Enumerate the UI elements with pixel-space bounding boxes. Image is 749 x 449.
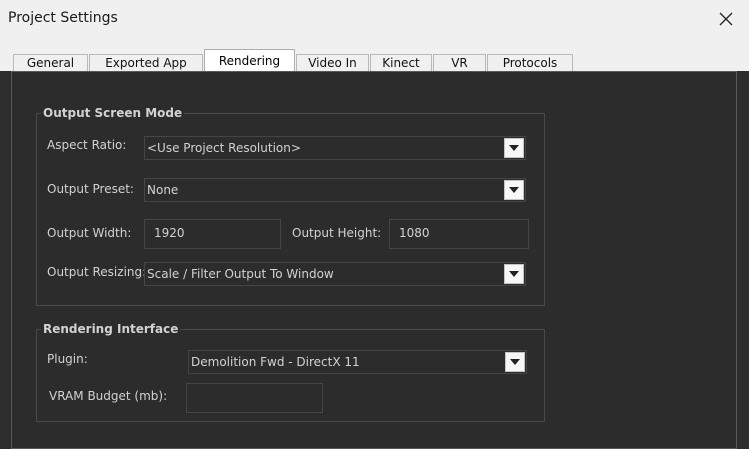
output-preset-label: Output Preset:: [47, 182, 134, 196]
tab-rendering[interactable]: Rendering: [204, 49, 295, 72]
aspect-ratio-value: <Use Project Resolution>: [147, 141, 301, 155]
title-bar: Project Settings: [0, 0, 749, 37]
output-width-label: Output Width:: [47, 226, 132, 240]
vram-budget-label: VRAM Budget (mb):: [49, 389, 168, 403]
output-width-field[interactable]: 1920: [144, 219, 281, 249]
close-icon: [719, 12, 733, 25]
output-height-value: 1080: [399, 226, 430, 240]
tab-exported-app[interactable]: Exported App: [89, 54, 203, 72]
aspect-ratio-dropdown[interactable]: <Use Project Resolution>: [144, 136, 526, 160]
output-width-value: 1920: [154, 226, 185, 240]
output-resizing-label: Output Resizing:: [47, 265, 147, 279]
window-title: Project Settings: [8, 10, 118, 26]
output-preset-dropdown[interactable]: None: [144, 178, 526, 202]
vram-budget-field[interactable]: [186, 383, 323, 413]
chevron-down-icon[interactable]: [504, 138, 524, 158]
plugin-value: Demolition Fwd - DirectX 11: [191, 355, 360, 369]
close-button[interactable]: [703, 0, 749, 37]
tab-kinect[interactable]: Kinect: [370, 54, 432, 72]
tab-video-in[interactable]: Video In: [296, 54, 369, 72]
chevron-down-icon[interactable]: [505, 352, 525, 372]
output-preset-value: None: [147, 183, 179, 197]
plugin-dropdown[interactable]: Demolition Fwd - DirectX 11: [188, 350, 527, 374]
tab-general[interactable]: General: [13, 54, 88, 72]
output-resizing-dropdown[interactable]: Scale / Filter Output To Window: [144, 262, 526, 286]
output-screen-mode-title: Output Screen Mode: [41, 106, 185, 120]
chevron-down-icon[interactable]: [504, 264, 524, 284]
rendering-interface-title: Rendering Interface: [41, 322, 181, 336]
plugin-label: Plugin:: [47, 352, 88, 366]
tab-protocols[interactable]: Protocols: [487, 54, 573, 72]
aspect-ratio-label: Aspect Ratio:: [47, 138, 127, 152]
output-resizing-value: Scale / Filter Output To Window: [147, 267, 334, 281]
output-height-field[interactable]: 1080: [389, 219, 529, 249]
tab-vr[interactable]: VR: [433, 54, 486, 72]
chevron-down-icon[interactable]: [504, 180, 524, 200]
output-height-label: Output Height:: [292, 226, 382, 240]
